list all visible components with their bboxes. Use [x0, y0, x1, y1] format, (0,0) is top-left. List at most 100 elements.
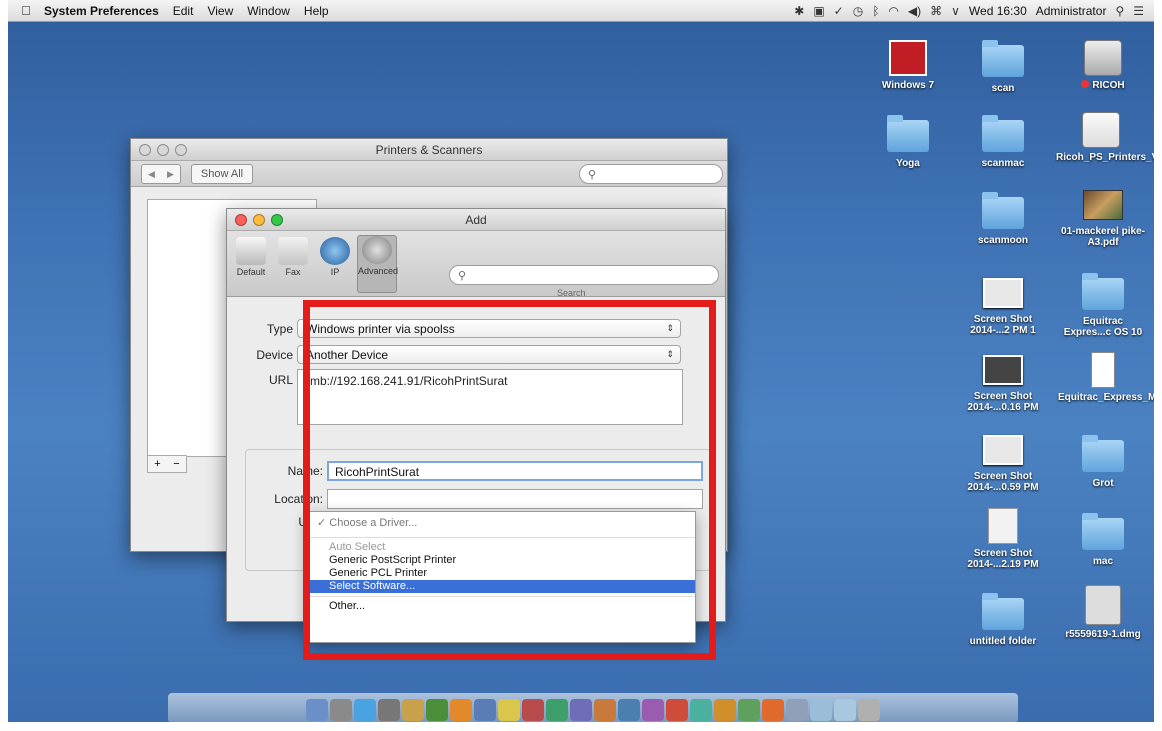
desktop-icon-screenshot-3[interactable]: Screen Shot 2014-...0.59 PM — [958, 435, 1048, 493]
minimize-button[interactable] — [253, 214, 265, 226]
trash-icon[interactable] — [858, 699, 880, 721]
status-icon[interactable]: ▣ — [813, 4, 824, 18]
folder-icon — [982, 192, 1024, 229]
app-icon[interactable] — [570, 699, 592, 721]
folder-icon — [982, 40, 1024, 77]
zoom-button[interactable] — [175, 144, 187, 156]
app-icon[interactable] — [762, 699, 784, 721]
launchpad-icon[interactable] — [330, 699, 352, 721]
volume-icon[interactable]: ◀) — [908, 4, 921, 18]
show-all-button[interactable]: Show All — [191, 164, 253, 184]
back-forward-buttons[interactable]: ◀ ▶ — [141, 164, 181, 184]
spotlight-search-icon[interactable]: ⚲ — [1115, 4, 1124, 18]
desktop-icon-label: untitled folder — [969, 636, 1037, 647]
menu-window[interactable]: Window — [247, 4, 290, 18]
desktop-icon-label: Equitrac_Express_Mac_...01.zip — [1058, 392, 1154, 403]
desktop-icon-windows7[interactable]: Windows 7 — [863, 40, 953, 91]
desktop-icon-label: RICOH — [1058, 80, 1148, 91]
documents-stack-icon[interactable] — [834, 699, 856, 721]
search-icon: ⚲ — [458, 269, 467, 282]
notification-center-icon[interactable]: ☰ — [1133, 4, 1144, 18]
user-menu[interactable]: Administrator — [1036, 4, 1107, 18]
app-icon[interactable] — [594, 699, 616, 721]
tab-fax[interactable]: Fax — [273, 237, 313, 277]
app-icon[interactable] — [498, 699, 520, 721]
folder-icon — [1082, 273, 1124, 310]
app-icon[interactable] — [690, 699, 712, 721]
desktop-icon-label: scanmoon — [977, 235, 1028, 246]
desktop-icon-untitled-folder[interactable]: untitled folder — [958, 593, 1048, 647]
add-toolbar: Default Fax IP Advanced ⚲ Search — [227, 231, 725, 298]
menu-help[interactable]: Help — [304, 4, 329, 18]
disk-image-icon — [1085, 585, 1121, 625]
desktop-icon-scanmac[interactable]: scanmac — [958, 115, 1048, 169]
app-icon[interactable] — [642, 699, 664, 721]
device-label: Device — [256, 347, 293, 362]
desktop-icon-grot[interactable]: Grot — [1058, 435, 1148, 489]
time-machine-icon[interactable]: ◷ — [853, 4, 863, 18]
disk-icon — [1084, 40, 1122, 76]
desktop-icon-ricoh-ps-printers[interactable]: Ricoh_PS_Printers_Vol..._2.1.0.0 — [1056, 112, 1154, 163]
status-icon[interactable]: ✱ — [794, 4, 804, 18]
close-button[interactable] — [139, 144, 151, 156]
search-input[interactable]: ⚲ — [579, 164, 723, 184]
desktop-icon-scan[interactable]: scan — [958, 40, 1048, 94]
app-icon[interactable] — [714, 699, 736, 721]
keyboard-icon[interactable]: ⌘ — [930, 4, 942, 18]
image-thumbnail-icon — [1083, 190, 1123, 220]
finder-icon[interactable] — [306, 699, 328, 721]
app-icon[interactable] — [786, 699, 808, 721]
remove-printer-button[interactable]: − — [173, 458, 179, 470]
tab-label: Fax — [285, 267, 301, 277]
app-icon[interactable] — [474, 699, 496, 721]
menu-edit[interactable]: Edit — [173, 4, 194, 18]
app-icon[interactable] — [522, 699, 544, 721]
tab-advanced[interactable]: Advanced — [357, 235, 399, 293]
app-icon[interactable] — [450, 699, 472, 721]
desktop-icon-label: Windows 7 — [881, 80, 935, 91]
apple-menu-icon[interactable]:  — [8, 3, 44, 18]
tab-label: Advanced — [358, 266, 399, 276]
desktop-icon-screenshot-2[interactable]: Screen Shot 2014-...0.16 PM — [958, 355, 1048, 413]
app-icon[interactable] — [738, 699, 760, 721]
dialog-search-input[interactable]: ⚲ — [449, 265, 719, 285]
tab-label: IP — [330, 267, 340, 277]
desktop-icon-equitrac-zip[interactable]: Equitrac_Express_Mac_...01.zip — [1058, 352, 1154, 403]
add-printer-button[interactable]: + — [154, 458, 160, 470]
desktop-icon-screenshot-4[interactable]: Screen Shot 2014-...2.19 PM — [958, 508, 1048, 570]
close-button[interactable] — [235, 214, 247, 226]
window-controls — [139, 144, 187, 156]
app-icon[interactable] — [546, 699, 568, 721]
back-arrow-icon[interactable]: ◀ — [148, 169, 155, 180]
safari-icon[interactable] — [354, 699, 376, 721]
downloads-stack-icon[interactable] — [810, 699, 832, 721]
app-icon[interactable] — [618, 699, 640, 721]
zoom-button[interactable] — [271, 214, 283, 226]
chevron-down-icon[interactable]: ∨ — [951, 4, 960, 18]
desktop-icon-label: Ricoh_PS_Printers_Vol..._2.1.0.0 — [1056, 152, 1154, 163]
dock — [168, 693, 1018, 722]
desktop-icon-label: Grot — [1092, 478, 1114, 489]
forward-arrow-icon[interactable]: ▶ — [167, 169, 174, 180]
bluetooth-icon[interactable]: ᛒ — [872, 4, 879, 18]
app-icon[interactable] — [666, 699, 688, 721]
desktop-icon-screenshot-1[interactable]: Screen Shot 2014-...2 PM 1 — [958, 278, 1048, 336]
app-icon[interactable] — [402, 699, 424, 721]
status-icon[interactable]: ✓ — [834, 4, 844, 18]
system-preferences-icon[interactable] — [378, 699, 400, 721]
menu-view[interactable]: View — [207, 4, 233, 18]
desktop-icon-ricoh[interactable]: RICOH — [1058, 40, 1148, 91]
desktop-icon-yoga[interactable]: Yoga — [863, 115, 953, 169]
menu-app-name[interactable]: System Preferences — [44, 4, 159, 18]
desktop-icon-equitrac-folder[interactable]: Equitrac Expres...c OS 10 — [1058, 273, 1148, 338]
desktop-icon-mac[interactable]: mac — [1058, 513, 1148, 567]
desktop-icon-scanmoon[interactable]: scanmoon — [958, 192, 1048, 246]
minimize-button[interactable] — [157, 144, 169, 156]
tab-ip[interactable]: IP — [315, 237, 355, 277]
wifi-icon[interactable]: ◠ — [888, 4, 898, 18]
desktop-icon-mackerel-pdf[interactable]: 01-mackerel pike-A3.pdf — [1058, 190, 1148, 248]
desktop-icon-dmg[interactable]: r5559619-1.dmg — [1058, 585, 1148, 640]
tab-default[interactable]: Default — [231, 237, 271, 277]
clock[interactable]: Wed 16:30 — [969, 4, 1027, 18]
app-icon[interactable] — [426, 699, 448, 721]
